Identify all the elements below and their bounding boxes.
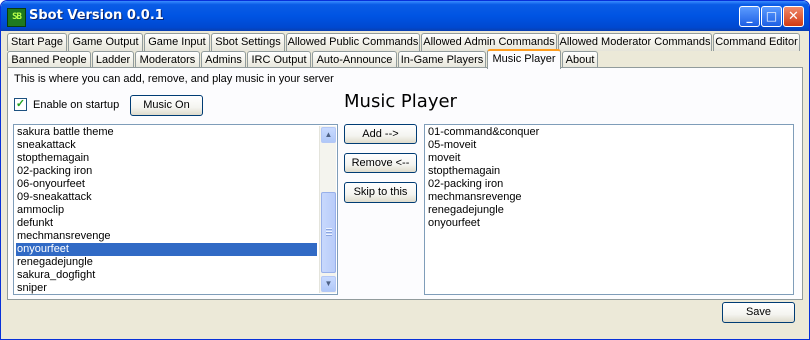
list-item[interactable]: renegadejungle [427, 204, 504, 217]
list-item[interactable]: 05-moveit [427, 139, 476, 152]
list-item[interactable]: stopthemagain [16, 152, 89, 165]
scrollbar-thumb[interactable] [321, 192, 336, 273]
list-item[interactable]: renegadejungle [16, 256, 93, 269]
list-item[interactable]: 02-packing iron [16, 165, 92, 178]
list-item[interactable]: moveit [427, 152, 460, 165]
music-description: This is where you can add, remove, and p… [14, 73, 334, 85]
title-bar[interactable]: SB Sbot Version 0.0.1 _ □ ✕ [1, 1, 809, 31]
window-title: Sbot Version 0.0.1 [29, 8, 164, 23]
tab-sbot-settings[interactable]: Sbot Settings [211, 33, 285, 51]
chevron-down-icon: ▼ [324, 279, 333, 288]
chevron-up-icon: ▲ [324, 130, 333, 139]
check-icon: ✓ [15, 98, 26, 110]
grip-line [326, 234, 332, 236]
list-item[interactable]: sneakattack [16, 139, 76, 152]
tab-game-output[interactable]: Game Output [68, 33, 143, 51]
tab-allowed-public-commands[interactable]: Allowed Public Commands [286, 33, 420, 51]
page-title: Music Player [344, 91, 457, 112]
list-item[interactable]: sniper [16, 282, 47, 294]
list-item[interactable]: defunkt [16, 217, 53, 230]
list-item[interactable]: 01-command&conquer [427, 126, 539, 139]
music-on-button[interactable]: Music On [130, 95, 203, 116]
playlist-list[interactable]: 01-command&conquer 05-moveit moveit stop… [424, 124, 794, 295]
list-item[interactable]: stopthemagain [427, 165, 500, 178]
tab-allowed-moderator-commands[interactable]: Allowed Moderator Commands [558, 33, 712, 51]
list-item[interactable]: ammoclip [16, 204, 64, 217]
list-item[interactable]: sakura battle theme [16, 126, 114, 139]
tab-command-editor[interactable]: Command Editor [713, 33, 800, 51]
scroll-down-button[interactable]: ▼ [321, 276, 336, 292]
list-item[interactable]: mechmansrevenge [16, 230, 111, 243]
list-item[interactable]: mechmansrevenge [427, 191, 522, 204]
list-item[interactable]: sakura_dogfight [16, 269, 95, 282]
add-button[interactable]: Add --> [344, 124, 417, 144]
list-item[interactable]: 09-sneakattack [16, 191, 92, 204]
close-button[interactable]: ✕ [783, 6, 804, 27]
enable-on-startup-checkbox[interactable]: ✓ [14, 98, 27, 111]
tab-start-page[interactable]: Start Page [7, 33, 67, 51]
tracks-scrollbar[interactable]: ▲ ▼ [319, 126, 336, 293]
skip-to-this-button[interactable]: Skip to this [344, 182, 417, 203]
scroll-up-button[interactable]: ▲ [321, 127, 336, 143]
list-item[interactable]: onyourfeet [427, 217, 480, 230]
maximize-button[interactable]: □ [761, 6, 782, 27]
enable-on-startup-label[interactable]: Enable on startup [33, 99, 119, 111]
app-icon: SB [7, 8, 26, 27]
list-item[interactable]: 06-onyourfeet [16, 178, 85, 191]
available-tracks-list[interactable]: sakura battle theme sneakattack stopthem… [13, 124, 338, 295]
grip-line [326, 228, 332, 230]
remove-button[interactable]: Remove <-- [344, 153, 417, 173]
tab-music-player[interactable]: Music Player [487, 49, 561, 69]
tab-game-input[interactable]: Game Input [144, 33, 210, 51]
list-item[interactable]: 02-packing iron [427, 178, 503, 191]
list-item-selected[interactable]: onyourfeet [16, 243, 317, 256]
minimize-button[interactable]: _ [739, 6, 760, 27]
grip-line [326, 231, 332, 233]
save-button[interactable]: Save [722, 302, 795, 323]
